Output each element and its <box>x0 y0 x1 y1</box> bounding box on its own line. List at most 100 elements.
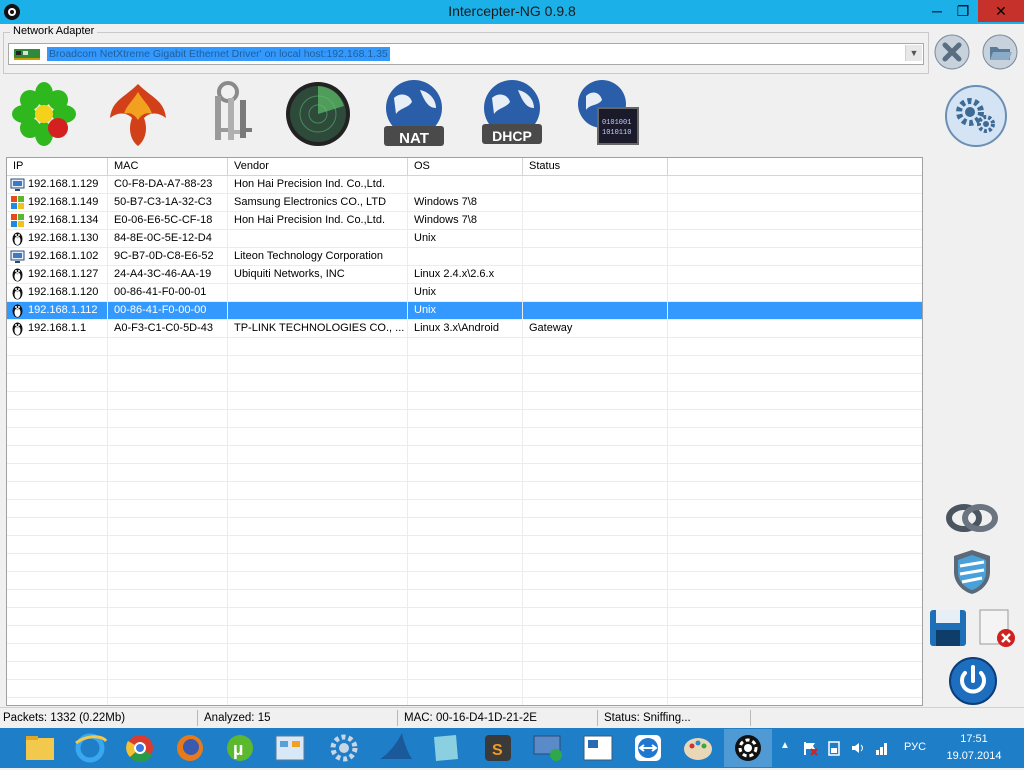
cell-empty <box>668 662 922 679</box>
table-row[interactable]: 192.168.1.102 9C-B7-0D-C8-E6-52 Liteon Tec… <box>7 248 922 266</box>
intercepter-taskbar-button[interactable] <box>724 729 772 767</box>
cell-os: Unix <box>408 302 523 319</box>
cell-empty <box>108 374 228 391</box>
cell-empty <box>408 428 523 445</box>
computer-os-icon <box>10 177 25 192</box>
column-header-os[interactable]: OS <box>408 158 523 175</box>
settings-gear-icon[interactable] <box>320 729 368 767</box>
icq-flower-icon[interactable] <box>10 78 78 150</box>
cell-empty <box>668 626 922 643</box>
column-header-vendor[interactable]: Vendor <box>228 158 408 175</box>
table-row[interactable]: 192.168.1.129 C0-F8-DA-A7-88-23 Hon Hai Pr… <box>7 176 922 194</box>
close-button[interactable]: ✕ <box>978 0 1024 22</box>
settings-button[interactable] <box>944 84 1008 148</box>
cell-empty <box>668 338 922 355</box>
cell-empty <box>7 338 108 355</box>
network-globe-binary-icon[interactable]: 0101001 1010110 <box>572 78 640 150</box>
chevron-down-icon[interactable]: ▼ <box>905 45 922 61</box>
table-row[interactable]: 192.168.1.130 84-8E-0C-5E-12-D4 Unix <box>7 230 922 248</box>
volume-icon[interactable] <box>850 740 866 756</box>
column-header-mac[interactable]: MAC <box>108 158 228 175</box>
radar-icon[interactable] <box>284 78 352 150</box>
shield-icon[interactable] <box>950 548 994 596</box>
table-row[interactable]: 192.168.1.120 00-86-41-F0-00-01 Unix <box>7 284 922 302</box>
cell-empty <box>408 680 523 697</box>
clear-list-icon[interactable] <box>976 608 1016 648</box>
maximize-button[interactable]: ❐ <box>950 0 976 22</box>
file-explorer-icon[interactable] <box>16 729 64 767</box>
sublime-text-icon[interactable]: S <box>474 729 522 767</box>
save-icon[interactable] <box>928 608 968 648</box>
cell-empty <box>108 428 228 445</box>
keys-icon[interactable] <box>198 78 266 150</box>
cell-empty <box>228 644 408 661</box>
table-row[interactable]: 192.168.1.112 00-86-41-F0-00-00 Unix <box>7 302 922 320</box>
cell-vendor <box>228 302 408 319</box>
power-button[interactable] <box>948 656 998 706</box>
ip-text: 192.168.1.120 <box>28 286 99 298</box>
wireshark-fin-icon[interactable] <box>372 729 420 767</box>
open-folder-button[interactable] <box>982 34 1018 70</box>
minimize-button[interactable]: ─ <box>924 0 950 22</box>
cell-empty <box>408 590 523 607</box>
analyzed-count: Analyzed: 15 <box>201 710 398 726</box>
paint-icon[interactable] <box>674 729 722 767</box>
cell-empty <box>228 698 408 705</box>
cell-mac: 84-8E-0C-5E-12-D4 <box>108 230 228 247</box>
flag-icon[interactable] <box>802 740 818 756</box>
cell-ip: 192.168.1.120 <box>7 284 108 301</box>
cell-empty <box>108 338 228 355</box>
cell-empty <box>408 374 523 391</box>
firefox-icon[interactable] <box>166 729 214 767</box>
column-header-status[interactable]: Status <box>523 158 668 175</box>
table-row[interactable]: 192.168.1.127 24-A4-3C-46-AA-19 Ubiquiti N… <box>7 266 922 284</box>
cell-empty <box>228 626 408 643</box>
cell-vendor: Ubiquiti Networks, INC <box>228 266 408 283</box>
teamviewer-icon[interactable] <box>624 729 672 767</box>
cell-mac: 9C-B7-0D-C8-E6-52 <box>108 248 228 265</box>
language-indicator[interactable]: РУС <box>904 741 926 753</box>
cell-empty <box>668 608 922 625</box>
cell-empty <box>7 410 108 427</box>
table-row[interactable]: 192.168.1.134 E0-06-E6-5C-CF-18 Hon Hai Pr… <box>7 212 922 230</box>
ip-text: 192.168.1.127 <box>28 268 99 280</box>
clock-time[interactable]: 17:51 <box>942 733 1006 745</box>
network-adapter-dropdown[interactable]: Broadcom NetXtreme Gigabit Ethernet Driv… <box>8 43 924 65</box>
cell-empty <box>108 536 228 553</box>
rings-icon[interactable] <box>946 498 998 538</box>
cell-empty <box>668 266 922 283</box>
cell-empty <box>408 698 523 705</box>
cell-empty <box>408 356 523 373</box>
ip-text: 192.168.1.102 <box>28 250 99 262</box>
remote-desktop-icon[interactable] <box>524 729 572 767</box>
table-row[interactable]: 192.168.1.1 A0-F3-C1-C0-5D-43 TP-LINK TECH… <box>7 320 922 338</box>
stop-button[interactable] <box>934 34 970 70</box>
cell-empty <box>7 590 108 607</box>
cell-empty <box>408 626 523 643</box>
utorrent-icon[interactable]: µ <box>216 729 264 767</box>
column-header-ip[interactable]: IP <box>7 158 108 175</box>
network-icon[interactable] <box>874 740 890 756</box>
control-panel-icon[interactable] <box>266 729 314 767</box>
cell-empty <box>408 464 523 481</box>
cell-empty <box>408 482 523 499</box>
table-row[interactable]: 192.168.1.149 50-B7-C3-1A-32-C3 Samsung El… <box>7 194 922 212</box>
cell-mac: A0-F3-C1-C0-5D-43 <box>108 320 228 337</box>
cell-empty <box>408 554 523 571</box>
notes-icon[interactable] <box>422 729 470 767</box>
internet-explorer-icon[interactable] <box>66 729 114 767</box>
clock-date[interactable]: 19.07.2014 <box>940 750 1008 762</box>
cell-empty <box>228 536 408 553</box>
document-viewer-icon[interactable] <box>574 729 622 767</box>
chrome-icon[interactable] <box>116 729 164 767</box>
cell-empty <box>523 536 668 553</box>
cell-empty <box>228 680 408 697</box>
cell-empty <box>108 680 228 697</box>
cell-vendor: Liteon Technology Corporation <box>228 248 408 265</box>
cell-empty <box>668 680 922 697</box>
show-hidden-icons-icon[interactable]: ▲ <box>780 740 796 756</box>
phoenix-icon[interactable] <box>104 78 172 150</box>
empty-row <box>7 338 922 356</box>
cell-empty <box>108 518 228 535</box>
battery-icon[interactable] <box>826 740 842 756</box>
